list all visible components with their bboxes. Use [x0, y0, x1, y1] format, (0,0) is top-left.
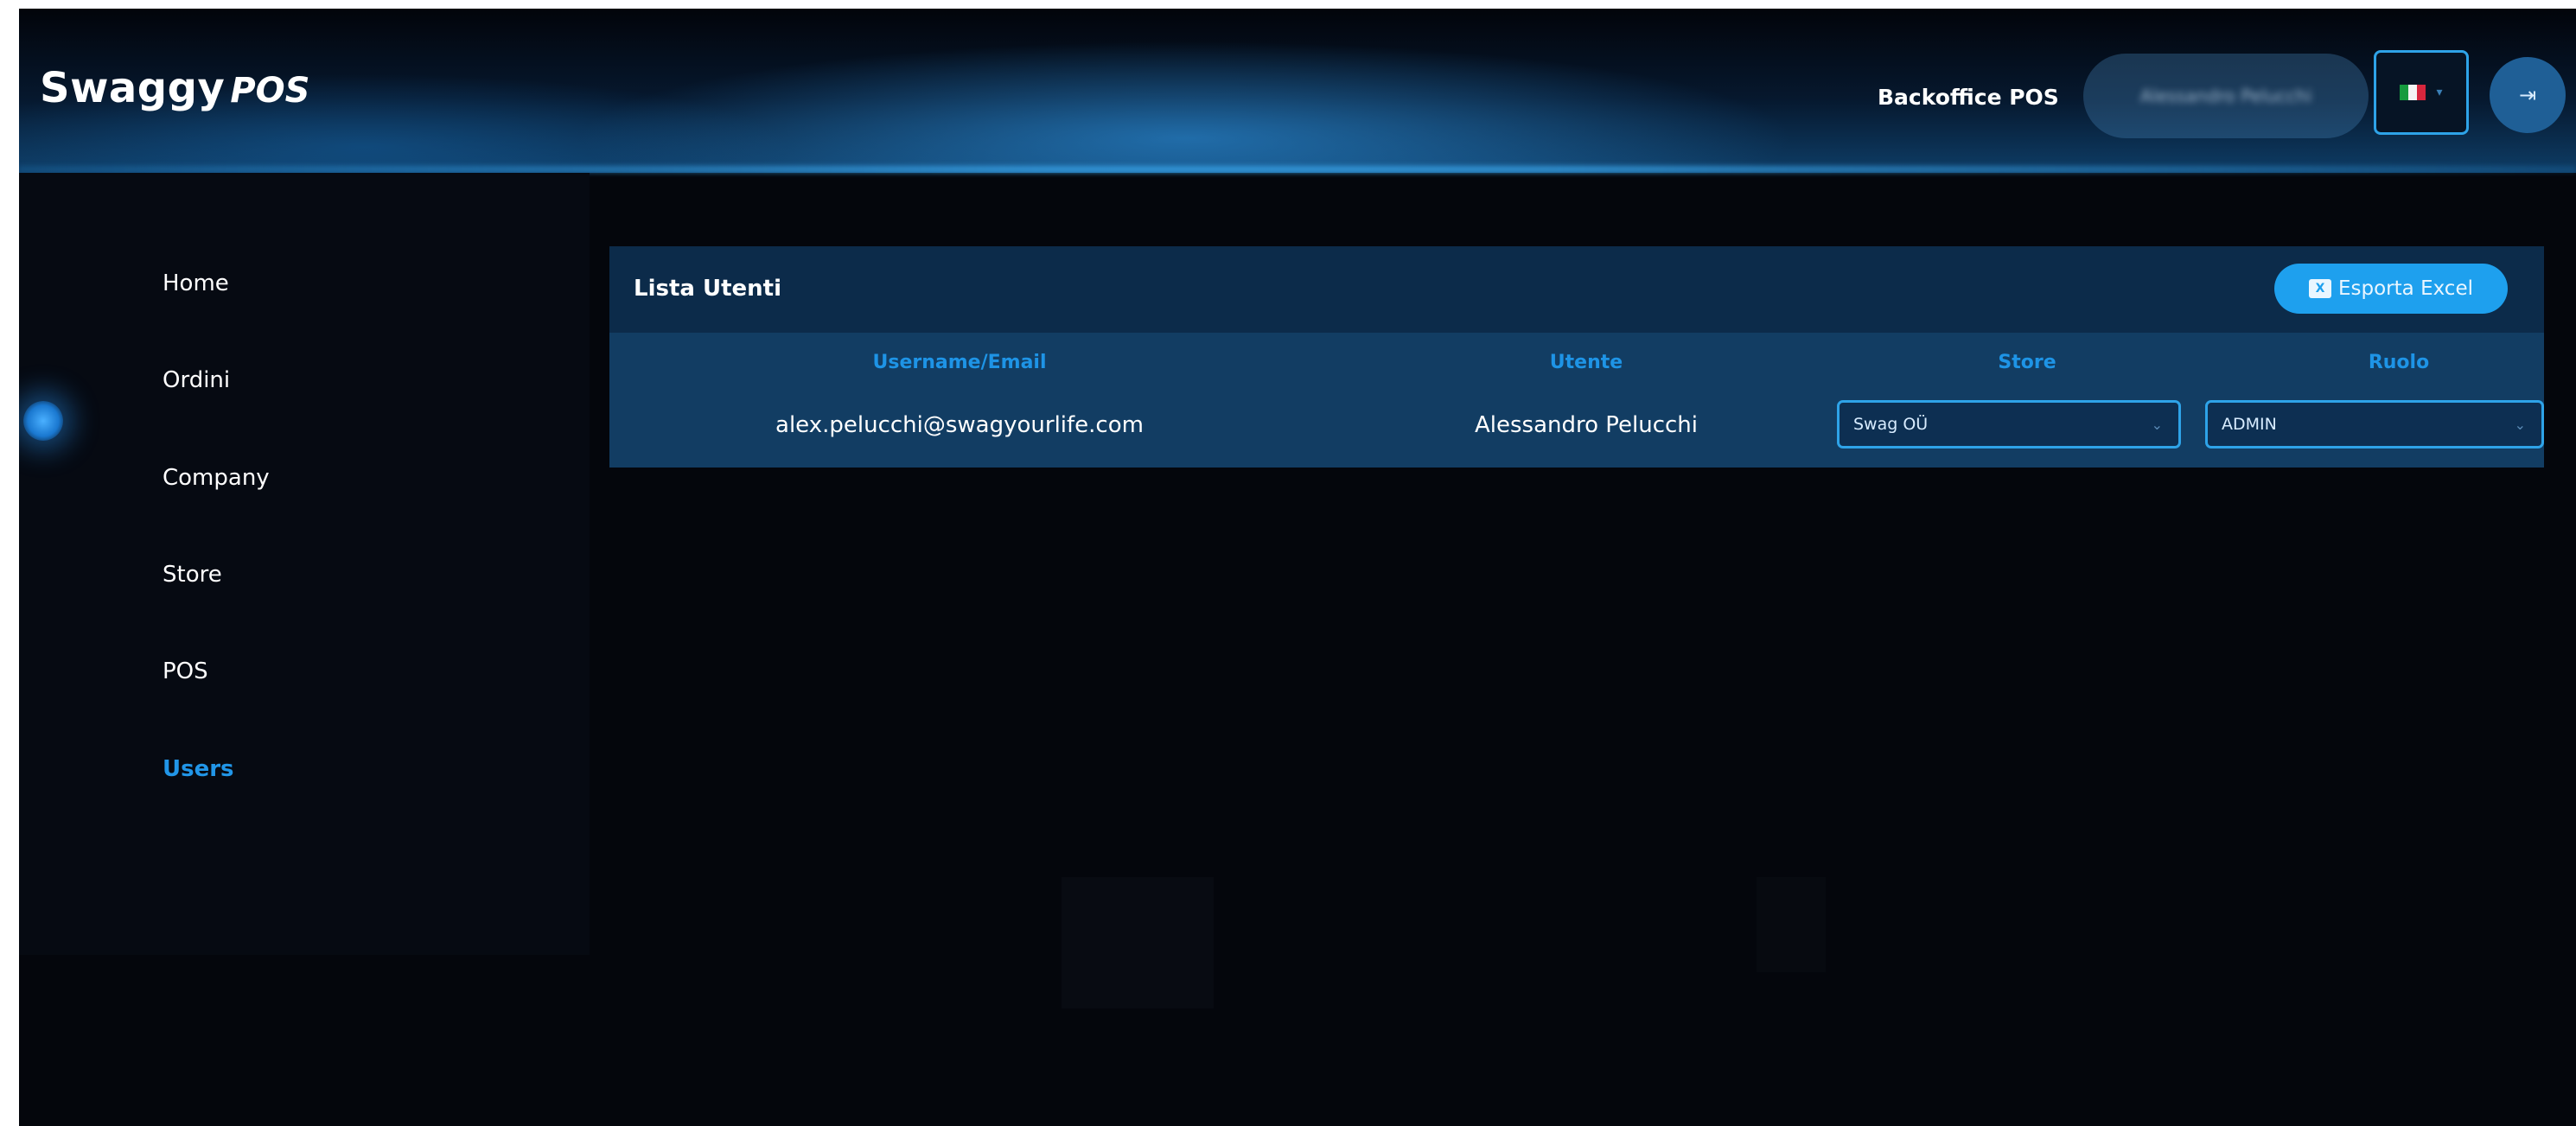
column-header-store[interactable]: Store	[1811, 352, 2243, 373]
background-block	[1757, 877, 1826, 972]
sidebar-item-ordini[interactable]: Ordini	[163, 367, 230, 393]
column-header-email[interactable]: Username/Email	[722, 352, 1197, 373]
sidebar: Home Ordini Company Store POS Users	[19, 173, 590, 955]
card-header: Lista Utenti X Esporta Excel	[609, 246, 2544, 333]
store-select[interactable]: Swag OÜ ⌄	[1837, 400, 2181, 448]
role-select-value: ADMIN	[2222, 415, 2277, 434]
sidebar-item-store[interactable]: Store	[163, 562, 222, 588]
logo-sub-text: POS	[230, 71, 310, 111]
logo-main-text: Swaggy	[40, 64, 226, 112]
export-excel-button[interactable]: X Esporta Excel	[2274, 264, 2508, 314]
chevron-down-icon: ▾	[2436, 86, 2443, 99]
cell-utente: Alessandro Pelucchi	[1474, 412, 1699, 438]
column-header-utente[interactable]: Utente	[1422, 352, 1750, 373]
chevron-down-icon: ⌄	[2514, 416, 2526, 433]
language-selector[interactable]: ▾	[2374, 50, 2469, 135]
store-select-value: Swag OÜ	[1853, 415, 1929, 434]
sidebar-item-users[interactable]: Users	[163, 756, 234, 782]
logout-button[interactable]: ⇥	[2490, 57, 2566, 133]
top-bar: Swaggy POS Backoffice POS Alessandro Pel…	[19, 9, 2576, 173]
role-select[interactable]: ADMIN ⌄	[2205, 400, 2544, 448]
users-table: Username/Email Utente Store Ruolo alex.p…	[609, 333, 2544, 468]
app-window: Swaggy POS Backoffice POS Alessandro Pel…	[19, 9, 2576, 1126]
sidebar-item-pos[interactable]: POS	[163, 658, 208, 684]
excel-icon: X	[2309, 279, 2331, 298]
backoffice-label: Backoffice POS	[1878, 85, 2059, 110]
cell-email: alex.pelucchi@swagyourlife.com	[775, 412, 1144, 438]
user-name: Alessandro Pelucchi	[2139, 86, 2312, 106]
background-block	[1062, 877, 1214, 1008]
sidebar-item-home[interactable]: Home	[163, 270, 229, 296]
active-indicator	[23, 401, 63, 441]
user-menu[interactable]: Alessandro Pelucchi	[2083, 54, 2369, 138]
page-title: Lista Utenti	[634, 276, 782, 302]
italy-flag-icon	[2400, 85, 2426, 100]
column-header-ruolo[interactable]: Ruolo	[2217, 352, 2576, 373]
export-excel-label: Esporta Excel	[2338, 277, 2473, 300]
logout-icon: ⇥	[2518, 83, 2537, 107]
users-card: Lista Utenti X Esporta Excel Username/Em…	[609, 246, 2544, 468]
chevron-down-icon: ⌄	[2151, 416, 2163, 433]
sidebar-item-company[interactable]: Company	[163, 465, 270, 491]
app-logo[interactable]: Swaggy POS	[40, 64, 309, 112]
